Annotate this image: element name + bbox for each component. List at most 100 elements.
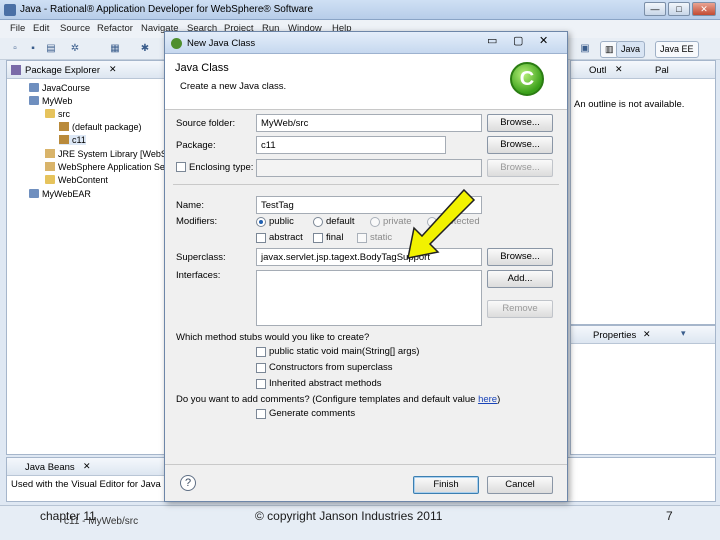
main-stub-checkbox[interactable] bbox=[256, 347, 266, 357]
close-button[interactable]: ✕ bbox=[692, 2, 716, 16]
slide-chapter: chapter 11 bbox=[40, 509, 96, 523]
final-checkbox[interactable] bbox=[313, 233, 323, 243]
tab-properties[interactable]: Properties bbox=[593, 330, 636, 341]
package-icon bbox=[59, 135, 69, 144]
enclosing-type-browse-button[interactable]: Browse... bbox=[487, 159, 553, 177]
tree-item-mywebear[interactable]: MyWebEAR bbox=[29, 189, 91, 199]
java-beans-panel: Java Beans ✕ Used with the Visual Editor… bbox=[6, 457, 166, 502]
abstract-stub-label: Inherited abstract methods bbox=[269, 378, 382, 389]
menu-refactor[interactable]: Refactor bbox=[97, 23, 133, 34]
remove-interface-button[interactable]: Remove bbox=[487, 300, 553, 318]
menu-source[interactable]: Source bbox=[60, 23, 90, 34]
generate-comments-label: Generate comments bbox=[269, 408, 356, 419]
debug-icon[interactable]: ✲ bbox=[68, 42, 82, 56]
tree-item-default-package[interactable]: (default package) bbox=[59, 122, 142, 132]
outline-panel: Outl ✕ Pal An outline is not available. bbox=[570, 60, 716, 325]
modifiers-label: Modifiers: bbox=[176, 216, 218, 227]
constructors-stub-label: Constructors from superclass bbox=[269, 362, 393, 373]
perspective-java[interactable]: Java bbox=[616, 41, 646, 58]
close-tab-icon[interactable]: ✕ bbox=[643, 329, 651, 340]
package-browse-button[interactable]: Browse... bbox=[487, 136, 553, 154]
tree-item-myweb[interactable]: MyWeb bbox=[29, 96, 72, 106]
outline-header: Outl ✕ Pal bbox=[571, 61, 715, 79]
tree-item-websphere[interactable]: WebSphere Application Se bbox=[45, 162, 165, 172]
new-icon[interactable]: ▫ bbox=[8, 42, 22, 56]
package-label: Package: bbox=[176, 140, 216, 151]
cancel-button[interactable]: Cancel bbox=[487, 476, 553, 494]
folder-icon bbox=[45, 175, 55, 184]
generate-comments-checkbox[interactable] bbox=[256, 409, 266, 419]
save-icon[interactable]: ▪ bbox=[26, 42, 40, 56]
close-tab-icon[interactable]: ✕ bbox=[109, 64, 117, 75]
package-icon bbox=[59, 122, 69, 131]
window-title: Java - Rational® Application Developer f… bbox=[20, 4, 314, 15]
abstract-label: abstract bbox=[269, 232, 303, 243]
gear-icon[interactable]: ✱ bbox=[138, 42, 152, 56]
tab-java-beans[interactable]: Java Beans bbox=[25, 462, 75, 473]
dialog-close-icon[interactable]: ✕ bbox=[539, 34, 548, 47]
static-label: static bbox=[370, 232, 393, 243]
package-field[interactable]: c11 bbox=[256, 136, 446, 154]
enclosing-type-field[interactable] bbox=[256, 159, 482, 177]
tab-package-explorer[interactable]: Package Explorer bbox=[25, 65, 100, 76]
open-perspective-icon[interactable]: ▣ bbox=[578, 42, 592, 56]
source-folder-browse-button[interactable]: Browse... bbox=[487, 114, 553, 132]
pin-icon[interactable]: ▾ bbox=[681, 328, 686, 339]
name-label: Name: bbox=[176, 200, 204, 211]
tree-item-c11[interactable]: c11 bbox=[59, 135, 86, 145]
default-label: default bbox=[326, 216, 355, 227]
print-icon[interactable]: ▤ bbox=[44, 42, 58, 56]
menu-file[interactable]: File bbox=[10, 23, 25, 34]
minimize-button[interactable]: — bbox=[644, 2, 666, 16]
project-icon bbox=[29, 83, 39, 92]
java-class-wizard-icon: C bbox=[510, 62, 544, 96]
tree-item-jre[interactable]: JRE System Library [WebSp bbox=[45, 149, 172, 159]
perspective-javaee[interactable]: Java EE bbox=[655, 41, 699, 58]
tree-label: JavaCourse bbox=[42, 83, 91, 93]
slide-copyright: © copyright Janson Industries 2011 bbox=[255, 509, 443, 523]
tab-outline[interactable]: Outl bbox=[589, 65, 606, 76]
final-label: final bbox=[326, 232, 344, 243]
private-radio[interactable] bbox=[370, 217, 380, 227]
java-class-icon bbox=[171, 38, 182, 49]
tab-palette[interactable]: Pal bbox=[655, 65, 669, 76]
menu-edit[interactable]: Edit bbox=[33, 23, 49, 34]
constructors-stub-checkbox[interactable] bbox=[256, 363, 266, 373]
superclass-browse-button[interactable]: Browse... bbox=[487, 248, 553, 266]
interfaces-list[interactable] bbox=[256, 270, 482, 326]
abstract-stub-checkbox[interactable] bbox=[256, 379, 266, 389]
configure-templates-link[interactable]: here bbox=[478, 394, 497, 405]
dialog-maximize-icon[interactable]: ▢ bbox=[513, 34, 523, 47]
tree-item-webcontent[interactable]: WebContent bbox=[45, 175, 108, 185]
separator bbox=[173, 184, 559, 185]
comments-label: Do you want to add comments? (Configure … bbox=[176, 394, 500, 405]
help-icon[interactable]: ? bbox=[180, 475, 196, 491]
pointer-arrow bbox=[407, 188, 476, 259]
tree-item-javacourse[interactable]: JavaCourse bbox=[29, 83, 90, 93]
package-explorer-icon bbox=[11, 65, 21, 75]
superclass-label: Superclass: bbox=[176, 252, 226, 263]
tree-label: MyWeb bbox=[42, 96, 73, 106]
close-tab-icon[interactable]: ✕ bbox=[83, 461, 91, 472]
add-interface-button[interactable]: Add... bbox=[487, 270, 553, 288]
tree-label: JRE System Library [WebSp bbox=[58, 149, 172, 159]
tree-label: (default package) bbox=[72, 122, 142, 132]
close-tab-icon[interactable]: ✕ bbox=[615, 64, 623, 75]
tree-label: MyWebEAR bbox=[42, 189, 91, 199]
server-icon[interactable]: ▦ bbox=[108, 42, 122, 56]
dialog-minimize-icon[interactable]: ▭ bbox=[487, 34, 497, 47]
abstract-checkbox[interactable] bbox=[256, 233, 266, 243]
finish-button[interactable]: Finish bbox=[413, 476, 479, 494]
dialog-subheading: Create a new Java class. bbox=[180, 81, 287, 92]
main-stub-label: public static void main(String[] args) bbox=[269, 346, 420, 357]
pointer-arrow-shape bbox=[407, 188, 476, 259]
static-checkbox[interactable] bbox=[357, 233, 367, 243]
public-radio[interactable] bbox=[256, 217, 266, 227]
maximize-button[interactable]: □ bbox=[668, 2, 690, 16]
java-beans-text: Used with the Visual Editor for Java bbox=[11, 479, 161, 490]
source-folder-field[interactable]: MyWeb/src bbox=[256, 114, 482, 132]
tree-item-src[interactable]: src bbox=[45, 109, 70, 119]
default-radio[interactable] bbox=[313, 217, 323, 227]
enclosing-type-label: Enclosing type: bbox=[189, 162, 254, 173]
enclosing-type-checkbox[interactable] bbox=[176, 162, 186, 172]
